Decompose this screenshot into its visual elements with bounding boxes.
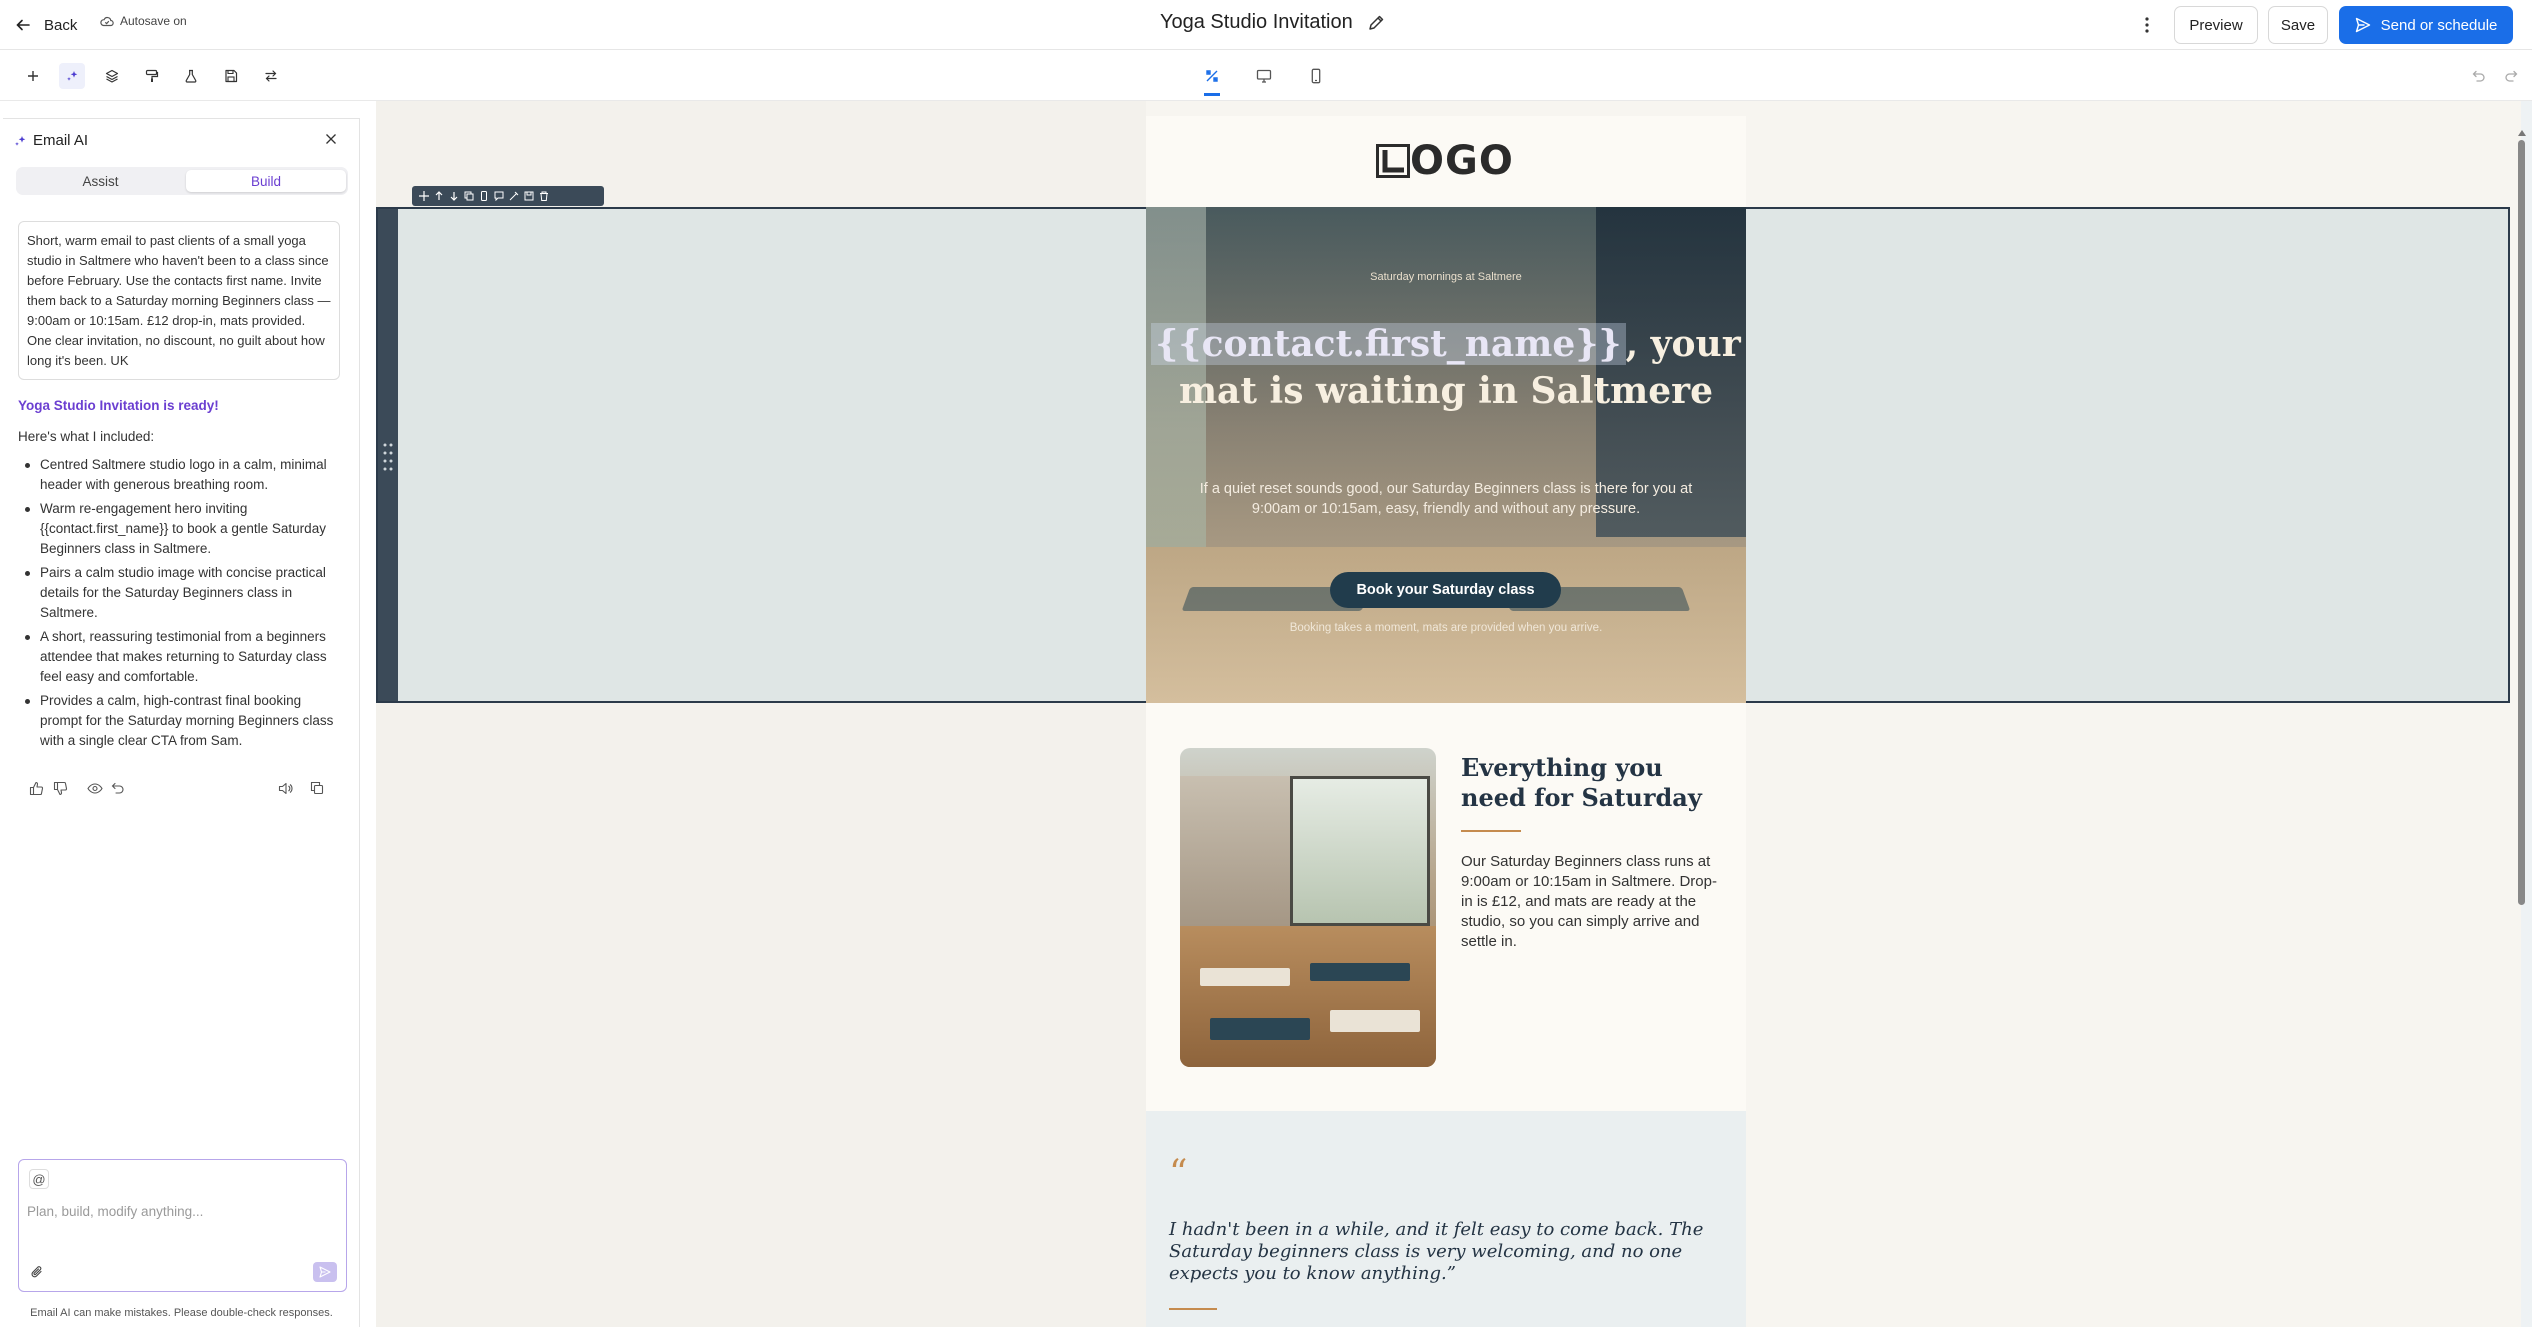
redo-icon[interactable] [2498, 63, 2524, 89]
hero-footnote[interactable]: Booking takes a moment, mats are provide… [1146, 622, 1746, 634]
testimonial-section[interactable]: “ I hadn't been in a while, and it felt … [1146, 1111, 1746, 1327]
email-title[interactable]: Yoga Studio Invitation [1160, 11, 1385, 34]
list-item: Centred Saltmere studio logo in a calm, … [18, 455, 343, 495]
paperclip-icon[interactable] [31, 1265, 43, 1279]
list-item: Warm re-engagement hero inviting {{conta… [18, 499, 343, 559]
pencil-icon[interactable] [1367, 14, 1385, 32]
hero-section[interactable]: Saturday mornings at Saltmere {{contact.… [1146, 207, 1746, 703]
back-label: Back [44, 16, 78, 34]
eye-icon[interactable] [87, 781, 103, 797]
thumbs-down-icon[interactable] [53, 781, 69, 797]
studio-image-floor [1180, 926, 1436, 1067]
list-item: Provides a calm, high-contrast final boo… [18, 691, 343, 751]
included-intro: Here's what I included: [18, 429, 155, 444]
arrow-up-icon[interactable] [433, 190, 445, 202]
row-toolbar [412, 186, 604, 206]
panel-title: Email AI [33, 132, 89, 149]
quote-mark: “ [1169, 1153, 1188, 1194]
testimonial-divider [1169, 1308, 1217, 1310]
undo-icon[interactable] [2466, 63, 2492, 89]
speaker-icon[interactable] [278, 781, 294, 797]
studio-image[interactable] [1180, 748, 1436, 1067]
studio-image-mat [1200, 968, 1290, 986]
send-icon [2355, 17, 2371, 33]
sparkle-icon [13, 134, 27, 148]
hero-body[interactable]: If a quiet reset sounds good, our Saturd… [1196, 479, 1696, 519]
studio-image-mat [1210, 1018, 1310, 1040]
editor-toolbar [0, 51, 2532, 101]
send-or-schedule-button[interactable]: Send or schedule [2339, 6, 2513, 44]
duplicate-icon[interactable] [463, 190, 475, 202]
plus-icon[interactable] [20, 63, 46, 89]
scroll-up-icon[interactable] [2518, 130, 2526, 136]
email-ai-panel: Email AI Assist Build Short, warm email … [3, 118, 360, 1327]
studio-image-mat [1310, 963, 1410, 981]
more-options-icon[interactable] [2136, 13, 2158, 37]
studio-image-window [1290, 776, 1430, 926]
disclaimer: Email AI can make mistakes. Please doubl… [30, 1307, 333, 1319]
hero-headline[interactable]: {{contact.first_name}}, your mat is wait… [1146, 321, 1746, 415]
comment-icon[interactable] [493, 190, 505, 202]
chat-input[interactable] [27, 1204, 327, 1219]
save-button[interactable]: Save [2268, 6, 2328, 44]
copy-icon[interactable] [310, 781, 326, 797]
swap-icon[interactable] [258, 63, 284, 89]
prompt-text[interactable]: Short, warm email to past clients of a s… [18, 221, 340, 380]
cloud-check-icon [100, 15, 114, 27]
desktop-icon[interactable] [1251, 63, 1277, 89]
flask-icon[interactable] [178, 63, 204, 89]
details-section[interactable]: Everything you need for Saturday Our Sat… [1146, 703, 1746, 1111]
design-icon[interactable] [1199, 63, 1225, 89]
drag-handle[interactable] [378, 209, 398, 701]
top-bar: Back Autosave on Yoga Studio Invitation … [0, 0, 2532, 50]
autosave-status: Autosave on [100, 14, 187, 28]
delete-icon[interactable] [538, 190, 550, 202]
ready-message: Yoga Studio Invitation is ready! [18, 398, 219, 413]
chat-composer: @ [18, 1159, 347, 1292]
panel-header: Email AI [13, 132, 88, 149]
tab-build[interactable]: Build [186, 170, 346, 192]
details-divider [1461, 830, 1521, 832]
mode-tabs: Assist Build [16, 167, 348, 195]
send-message-button[interactable] [313, 1262, 337, 1282]
email-title-text: Yoga Studio Invitation [1160, 11, 1353, 33]
studio-image-mat [1330, 1010, 1420, 1032]
arrow-down-icon[interactable] [448, 190, 460, 202]
email-canvas[interactable]: OGO Saturday mornings at Saltmere {{cont… [376, 101, 2532, 1327]
tab-assist[interactable]: Assist [18, 170, 183, 192]
logo-text: OGO [1410, 138, 1514, 184]
sparkle-icon[interactable] [59, 63, 85, 89]
mention-button[interactable]: @ [29, 1169, 49, 1189]
testimonial-quote[interactable]: I hadn't been in a while, and it felt ea… [1169, 1219, 1729, 1285]
book-saturday-button[interactable]: Book your Saturday class [1330, 572, 1561, 608]
move-icon[interactable] [418, 190, 430, 202]
scrollbar-thumb[interactable] [2518, 140, 2525, 905]
hero-eyebrow[interactable]: Saturday mornings at Saltmere [1146, 271, 1746, 283]
close-icon[interactable] [325, 133, 337, 145]
studio-image-wall [1180, 776, 1290, 926]
details-body[interactable]: Our Saturday Beginners class runs at 9:0… [1461, 852, 1726, 952]
send-label: Send or schedule [2380, 16, 2498, 34]
mobile-hide-icon[interactable] [478, 190, 490, 202]
save-icon[interactable] [218, 63, 244, 89]
list-item: Pairs a calm studio image with concise p… [18, 563, 343, 623]
preview-button[interactable]: Preview [2174, 6, 2258, 44]
included-list: Centred Saltmere studio logo in a calm, … [18, 455, 343, 755]
arrow-left-icon [16, 18, 30, 32]
layers-icon[interactable] [99, 63, 125, 89]
back-button[interactable]: Back [16, 12, 77, 38]
ai-edit-icon[interactable] [508, 190, 520, 202]
thumbs-up-icon[interactable] [29, 781, 45, 797]
logo[interactable]: OGO [1376, 138, 1514, 184]
merge-tag[interactable]: {{contact.first_name}} [1151, 323, 1626, 365]
undo-icon[interactable] [111, 781, 127, 797]
mobile-icon[interactable] [1303, 63, 1329, 89]
details-heading[interactable]: Everything you need for Saturday [1461, 753, 1721, 813]
paint-roller-icon[interactable] [139, 63, 165, 89]
active-view-indicator [1204, 93, 1220, 96]
save-block-icon[interactable] [523, 190, 535, 202]
autosave-label: Autosave on [120, 14, 187, 28]
list-item: A short, reassuring testimonial from a b… [18, 627, 343, 687]
